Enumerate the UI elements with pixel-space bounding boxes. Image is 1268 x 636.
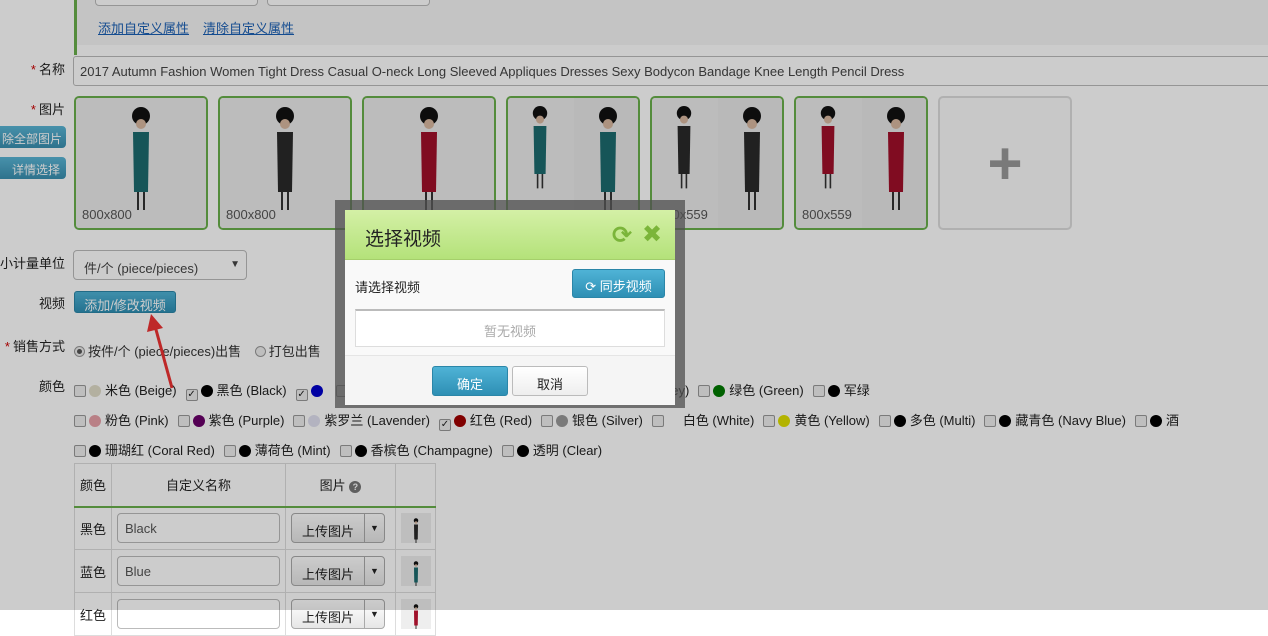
sync-video-button[interactable]: ⟳ 同步视频 — [572, 269, 665, 298]
modal-footer: 确定 取消 — [345, 356, 675, 404]
cancel-button[interactable]: 取消 — [512, 366, 588, 396]
confirm-button[interactable]: 确定 — [432, 366, 508, 396]
modal-title: 选择视频 — [365, 229, 442, 250]
modal-body: 请选择视频 ⟳ 同步视频 暂无视频 — [345, 260, 675, 356]
select-video-modal: 选择视频 ⟳ ✖ 请选择视频 ⟳ 同步视频 暂无视频 确定 取消 — [345, 210, 675, 405]
sync-icon: ⟳ — [585, 279, 597, 294]
close-icon[interactable]: ✖ — [642, 220, 662, 249]
refresh-icon[interactable]: ⟳ — [612, 221, 632, 250]
video-prompt: 请选择视频 — [355, 280, 421, 295]
video-list-empty: 暂无视频 — [355, 309, 665, 347]
modal-header: 选择视频 ⟳ ✖ — [345, 210, 675, 260]
